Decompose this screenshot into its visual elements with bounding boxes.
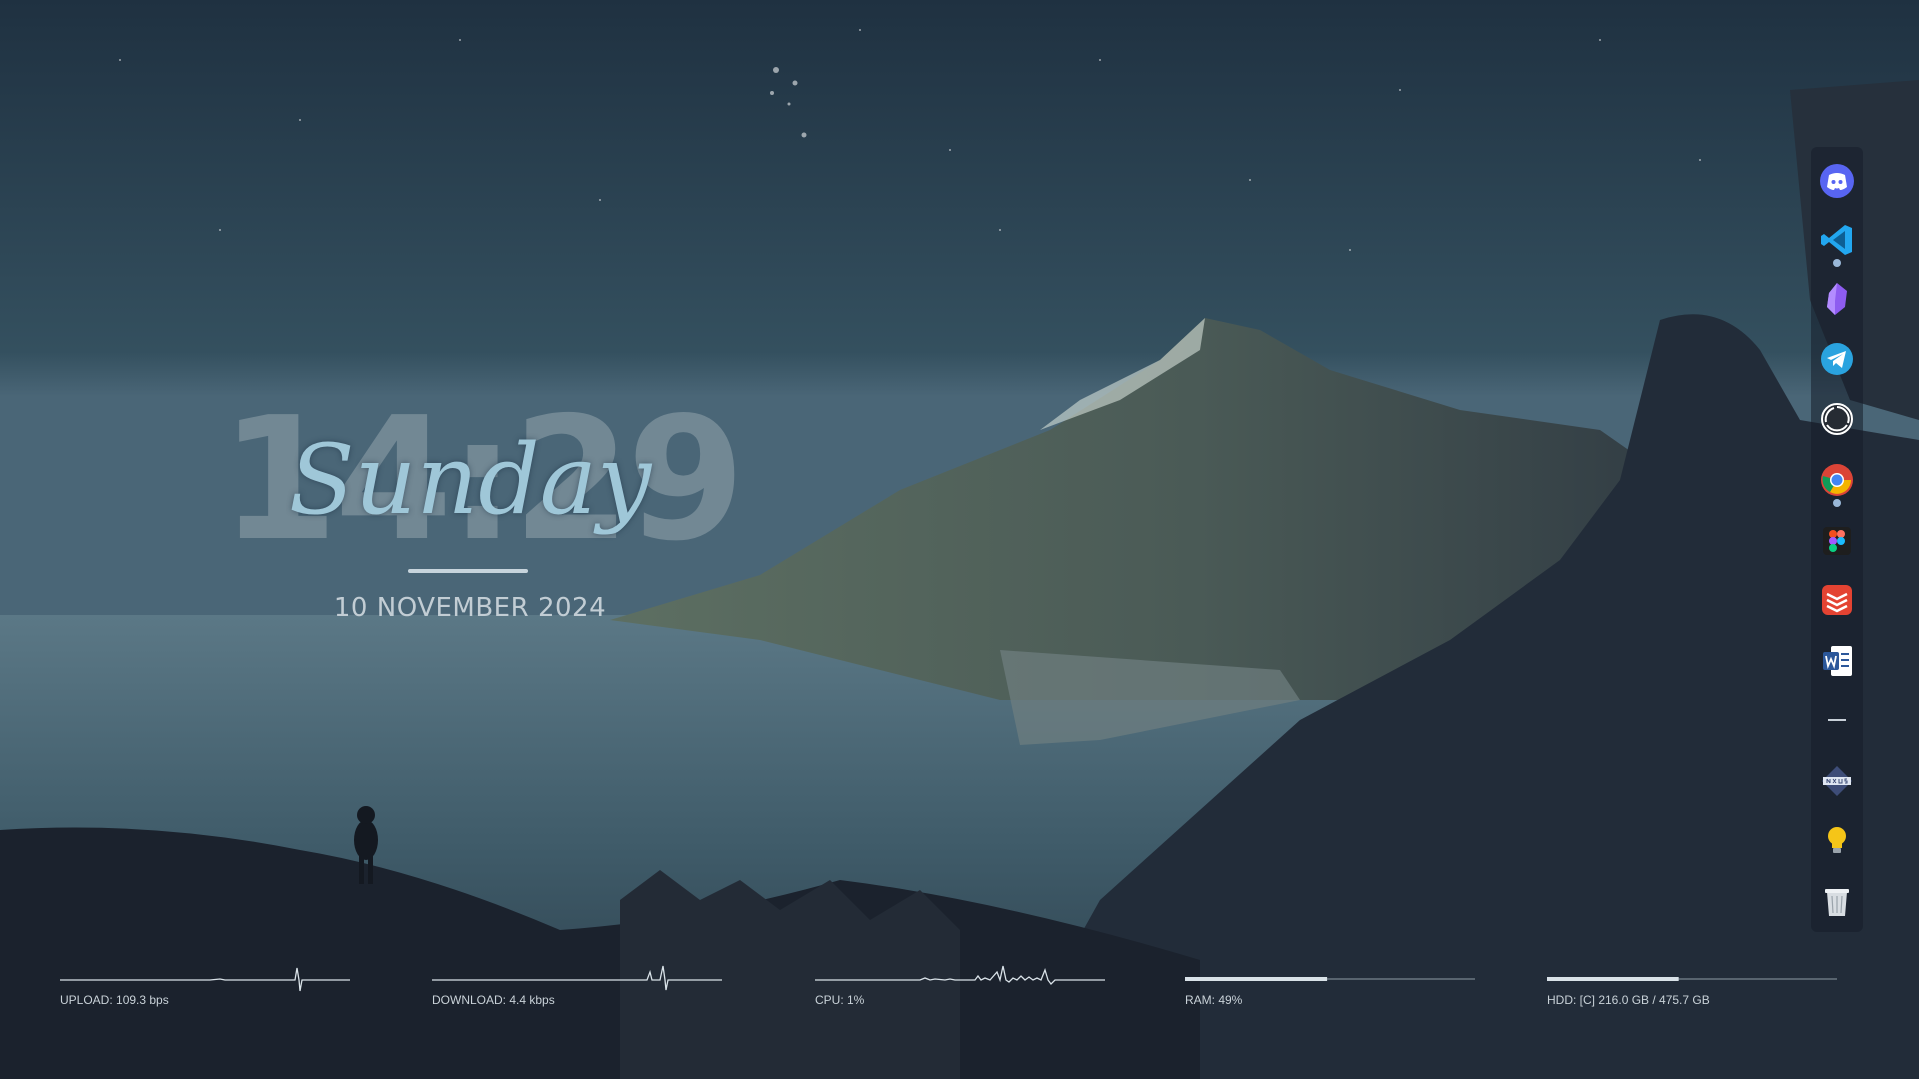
telegram-icon bbox=[1821, 343, 1853, 375]
clock-date: 10 NOVEMBER 2024 bbox=[333, 593, 607, 623]
dock-item-vscode[interactable] bbox=[1817, 220, 1857, 267]
todoist-icon bbox=[1822, 585, 1852, 615]
dock-item-word[interactable] bbox=[1817, 641, 1857, 681]
hdd-bar-fill bbox=[1547, 977, 1679, 981]
running-indicator bbox=[1833, 259, 1841, 267]
dock-item-obs-studio[interactable] bbox=[1817, 399, 1857, 439]
running-indicator bbox=[1833, 499, 1841, 507]
download-label: DOWNLOAD: 4.4 kbps bbox=[432, 993, 555, 1007]
nexus-icon bbox=[1822, 766, 1852, 796]
dock-item-obsidian[interactable] bbox=[1817, 279, 1857, 319]
dock-item-lightbulb[interactable] bbox=[1817, 820, 1857, 860]
lightbulb-icon bbox=[1828, 827, 1846, 853]
dock-item-discord[interactable] bbox=[1817, 161, 1857, 201]
ram-bar-fill bbox=[1185, 977, 1328, 981]
word-icon bbox=[1823, 646, 1852, 676]
clock-widget: 14:29 Sunday 10 NOVEMBER 2024 bbox=[220, 380, 745, 640]
dock-item-todoist[interactable] bbox=[1817, 580, 1857, 620]
figma-icon bbox=[1823, 527, 1851, 555]
obs-studio-icon bbox=[1821, 403, 1853, 435]
dock-item-figma[interactable] bbox=[1817, 521, 1857, 561]
dock-item-recycle-bin[interactable] bbox=[1817, 881, 1857, 921]
ram-label: RAM: 49% bbox=[1185, 993, 1243, 1007]
obsidian-icon bbox=[1827, 283, 1847, 315]
separator-icon bbox=[1828, 719, 1846, 721]
dock-item-chrome[interactable] bbox=[1817, 460, 1857, 507]
dock-item-nexus[interactable] bbox=[1817, 761, 1857, 801]
dock-separator bbox=[1817, 700, 1857, 740]
upload-label: UPLOAD: 109.3 bps bbox=[60, 993, 169, 1007]
clock-divider bbox=[408, 569, 528, 573]
cpu-label: CPU: 1% bbox=[815, 993, 865, 1007]
dock-item-telegram[interactable] bbox=[1817, 339, 1857, 379]
discord-icon bbox=[1820, 164, 1854, 198]
recycle-bin-icon bbox=[1825, 889, 1849, 916]
hdd-label: HDD: [C] 216.0 GB / 475.7 GB bbox=[1547, 993, 1710, 1007]
chrome-icon bbox=[1821, 464, 1853, 496]
clock-day: Sunday bbox=[288, 424, 652, 536]
vscode-icon bbox=[1821, 225, 1852, 255]
